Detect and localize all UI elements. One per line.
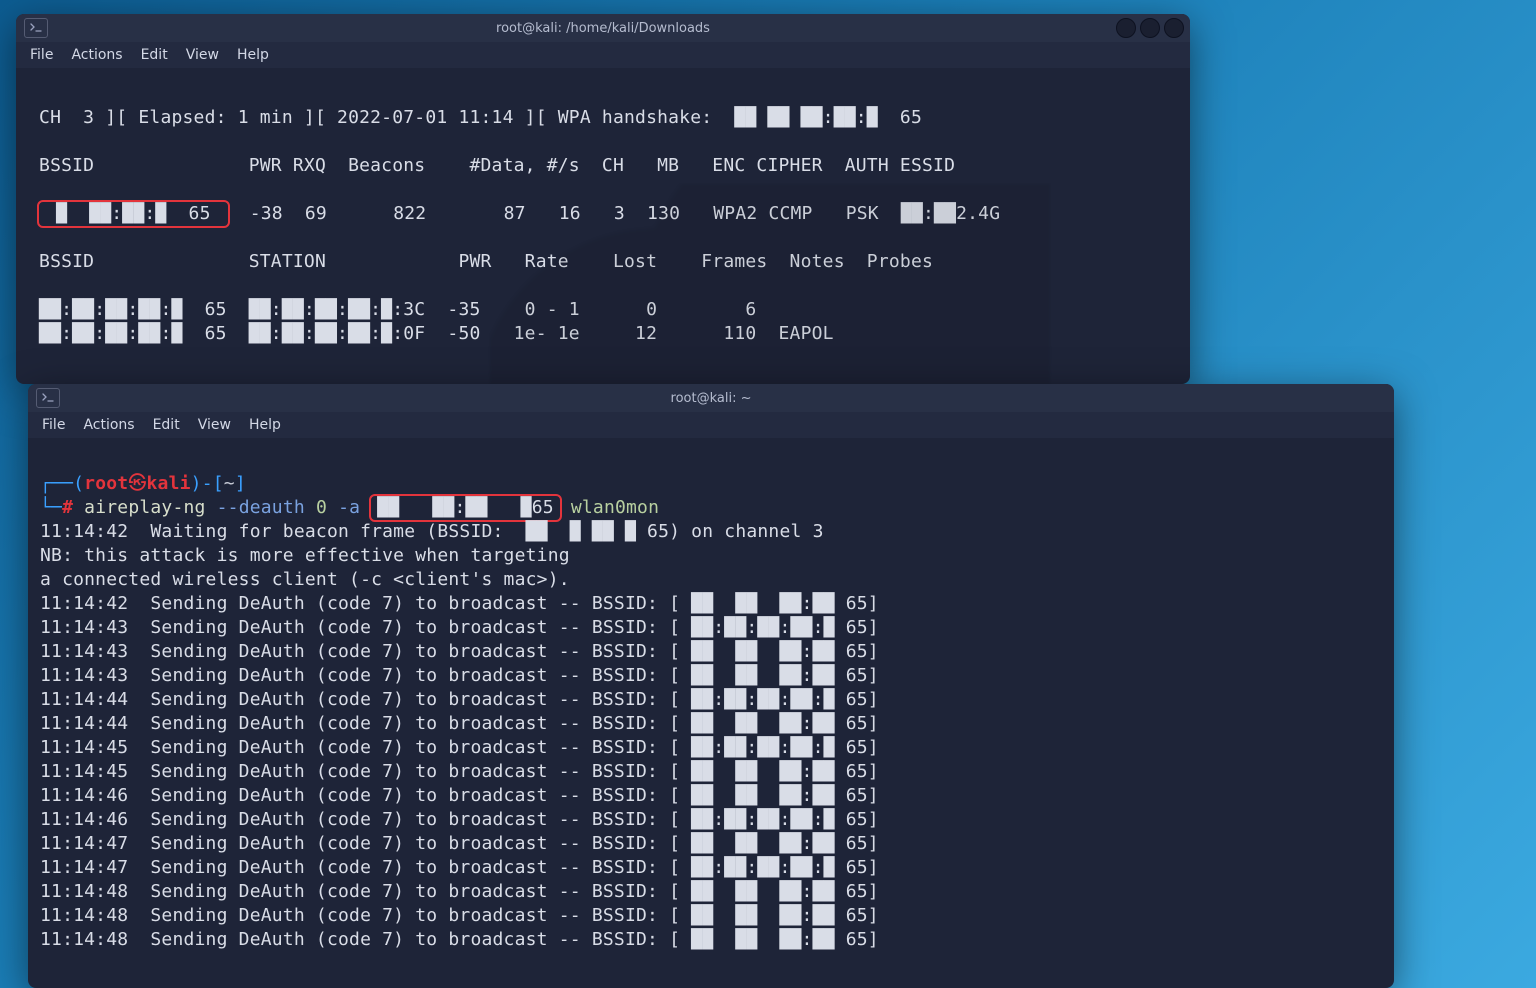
network-row: █ ██:██:█ 65 -38 69 822 87 16 3 130 WPA2… [28,203,1000,224]
highlighted-target-bssid: ██ ██:██ █65 [369,494,562,522]
terminal-output[interactable]: CH 3 ][ Elapsed: 1 min ][ 2022-07-01 11:… [16,68,1190,358]
out-line: 11:14:43 Sending DeAuth (code 7) to broa… [40,641,879,662]
out-line: 11:14:48 Sending DeAuth (code 7) to broa… [40,929,879,950]
out-line: 11:14:46 Sending DeAuth (code 7) to broa… [40,809,879,830]
highlighted-bssid: █ ██:██:█ 65 [37,200,230,228]
window-title: root@kali: /home/kali/Downloads [16,21,1190,36]
terminal-window-aireplay[interactable]: root@kali: ~ File Actions Edit View Help… [28,384,1394,988]
menu-file[interactable]: File [22,44,61,66]
out-line: 11:14:45 Sending DeAuth (code 7) to broa… [40,761,879,782]
out-line: 11:14:44 Sending DeAuth (code 7) to broa… [40,689,879,710]
titlebar[interactable]: root@kali: /home/kali/Downloads [16,14,1190,42]
out-line: 11:14:45 Sending DeAuth (code 7) to broa… [40,737,879,758]
menu-view[interactable]: View [190,414,239,436]
window-title: root@kali: ~ [28,391,1394,406]
menu-actions[interactable]: Actions [75,414,142,436]
menu-help[interactable]: Help [229,44,277,66]
out-line: 11:14:47 Sending DeAuth (code 7) to broa… [40,857,879,878]
menu-file[interactable]: File [34,414,73,436]
menu-edit[interactable]: Edit [145,414,188,436]
out-line: 11:14:42 Waiting for beacon frame (BSSID… [40,521,824,542]
titlebar[interactable]: root@kali: ~ [28,384,1394,412]
out-line: 11:14:48 Sending DeAuth (code 7) to broa… [40,881,879,902]
maximize-button[interactable] [1140,18,1160,38]
menu-edit[interactable]: Edit [133,44,176,66]
station-row: ██:██:██:██:█ 65 ██:██:██:██:█:0F -50 1e… [28,323,834,344]
out-line: 11:14:43 Sending DeAuth (code 7) to broa… [40,617,879,638]
out-line: 11:14:47 Sending DeAuth (code 7) to broa… [40,833,879,854]
menu-help[interactable]: Help [241,414,289,436]
menubar: File Actions Edit View Help [16,42,1190,68]
stations-header: BSSID STATION PWR Rate Lost Frames Notes… [28,251,933,272]
terminal-window-airodump[interactable]: root@kali: /home/kali/Downloads File Act… [16,14,1190,384]
terminal-icon [24,18,48,38]
station-row: ██:██:██:██:█ 65 ██:██:██:██:█:3C -35 0 … [28,299,756,320]
out-line: NB: this attack is more effective when t… [40,545,570,566]
out-line: a connected wireless client (-c <client'… [40,569,570,590]
menu-actions[interactable]: Actions [63,44,130,66]
prompt-line: ┌──(root㉿kali)-[~] [40,473,246,494]
minimize-button[interactable] [1116,18,1136,38]
close-button[interactable] [1164,18,1184,38]
terminal-icon [36,388,60,408]
out-line: 11:14:44 Sending DeAuth (code 7) to broa… [40,713,879,734]
out-line: 11:14:43 Sending DeAuth (code 7) to broa… [40,665,879,686]
out-line: 11:14:46 Sending DeAuth (code 7) to broa… [40,785,879,806]
window-controls [1116,18,1184,38]
menu-view[interactable]: View [178,44,227,66]
out-line: 11:14:48 Sending DeAuth (code 7) to broa… [40,905,879,926]
terminal-output[interactable]: ┌──(root㉿kali)-[~] └─# aireplay-ng --dea… [28,438,1394,964]
menubar: File Actions Edit View Help [28,412,1394,438]
airodump-header: CH 3 ][ Elapsed: 1 min ][ 2022-07-01 11:… [28,107,922,128]
out-line: 11:14:42 Sending DeAuth (code 7) to broa… [40,593,879,614]
command-line: └─# aireplay-ng --deauth 0 -a ██ ██:██ █… [40,497,659,518]
networks-header: BSSID PWR RXQ Beacons #Data, #/s CH MB E… [28,155,955,176]
